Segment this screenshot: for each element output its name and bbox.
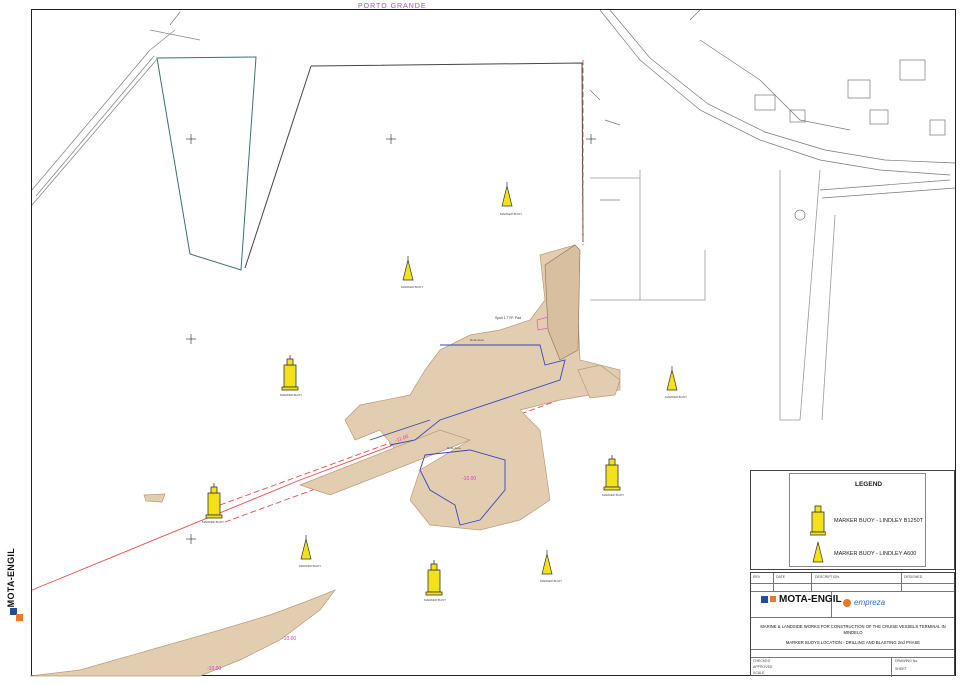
drawing-title: MARKER BUOYS LOCATION - DRILLING AND BLA… [785, 640, 921, 645]
rock-area-label: Rock Area [447, 446, 461, 450]
large-buoy-icon [281, 355, 299, 391]
buoy-label: MARKER BUOY [202, 520, 225, 524]
buoy-label: MARKER BUOY [540, 579, 563, 583]
road-lines [31, 11, 201, 206]
field-label: APPROVED [753, 665, 773, 669]
buoy-label: MARKER BUOY [280, 393, 303, 397]
field-label: SHEET [895, 667, 907, 671]
large-buoy-icon [205, 483, 223, 519]
legend-item-label: MARKER BUOY - LINDLEY B1250T [834, 518, 924, 524]
field-label: SCALE [753, 671, 765, 675]
field-label: CHECKED [753, 659, 771, 663]
shore-depth-label: -10.00 [207, 666, 222, 672]
channel-depth-label: -10.00 [462, 476, 477, 482]
legend-item-label: MARKER BUOY - LINDLEY A600 [834, 551, 917, 557]
buoy-label: MARKER BUOY [299, 564, 322, 568]
rock-areas [29, 244, 621, 677]
spoil-area-label: Spoil 1 TYP. Pad [495, 316, 522, 320]
pier-outline [156, 56, 584, 271]
rock-area-label: Rock Area [470, 338, 484, 342]
small-buoy-icon [812, 541, 824, 563]
field-label: DESIGNED [904, 575, 923, 579]
large-buoy-icon [603, 455, 621, 491]
small-buoy-icon [666, 366, 678, 391]
field-label: DRAWING No. [895, 659, 919, 663]
legend-panel: LEGEND MARKER BUOY - LINDLEY B1250T MARK… [750, 470, 955, 570]
large-buoy-icon [425, 560, 443, 596]
right-dock [590, 169, 836, 421]
vertical-company-logo: MOTA-ENGIL [4, 548, 28, 628]
buoy-label: MARKER BUOY [500, 212, 523, 216]
legend-title: LEGEND [855, 481, 883, 488]
field-label: DESCRIPTION [815, 575, 839, 579]
small-buoy-icon [541, 550, 553, 575]
empreza-logo: empreza [843, 598, 885, 607]
buoy-label: MARKER BUOY [602, 493, 625, 497]
project-title: MARINE & LANDSIDE WORKS FOR CONSTRUCTION… [760, 624, 946, 635]
shore-depth-label: -10.00 [282, 636, 297, 642]
buoy-label: MARKER BUOY [665, 395, 688, 399]
drawing-sheet: PORTO GRANDE Spoil 1 TYP. Pad -11.00 -10… [0, 0, 964, 685]
town-outlines [589, 9, 956, 221]
field-label: DATE [776, 575, 786, 579]
field-label: REV [753, 575, 761, 579]
mota-engil-logo: MOTA-ENGIL [761, 594, 842, 605]
title-block: REV DATE DESCRIPTION DESIGNED MOTA-ENGIL… [750, 572, 955, 677]
small-buoy-icon [300, 535, 312, 560]
buoy-label: MARKER BUOY [401, 285, 424, 289]
buoy-label: MARKER BUOY [424, 598, 447, 602]
small-buoy-icon [501, 182, 513, 207]
large-buoy-icon [810, 505, 826, 536]
small-buoy-icon [402, 256, 414, 281]
